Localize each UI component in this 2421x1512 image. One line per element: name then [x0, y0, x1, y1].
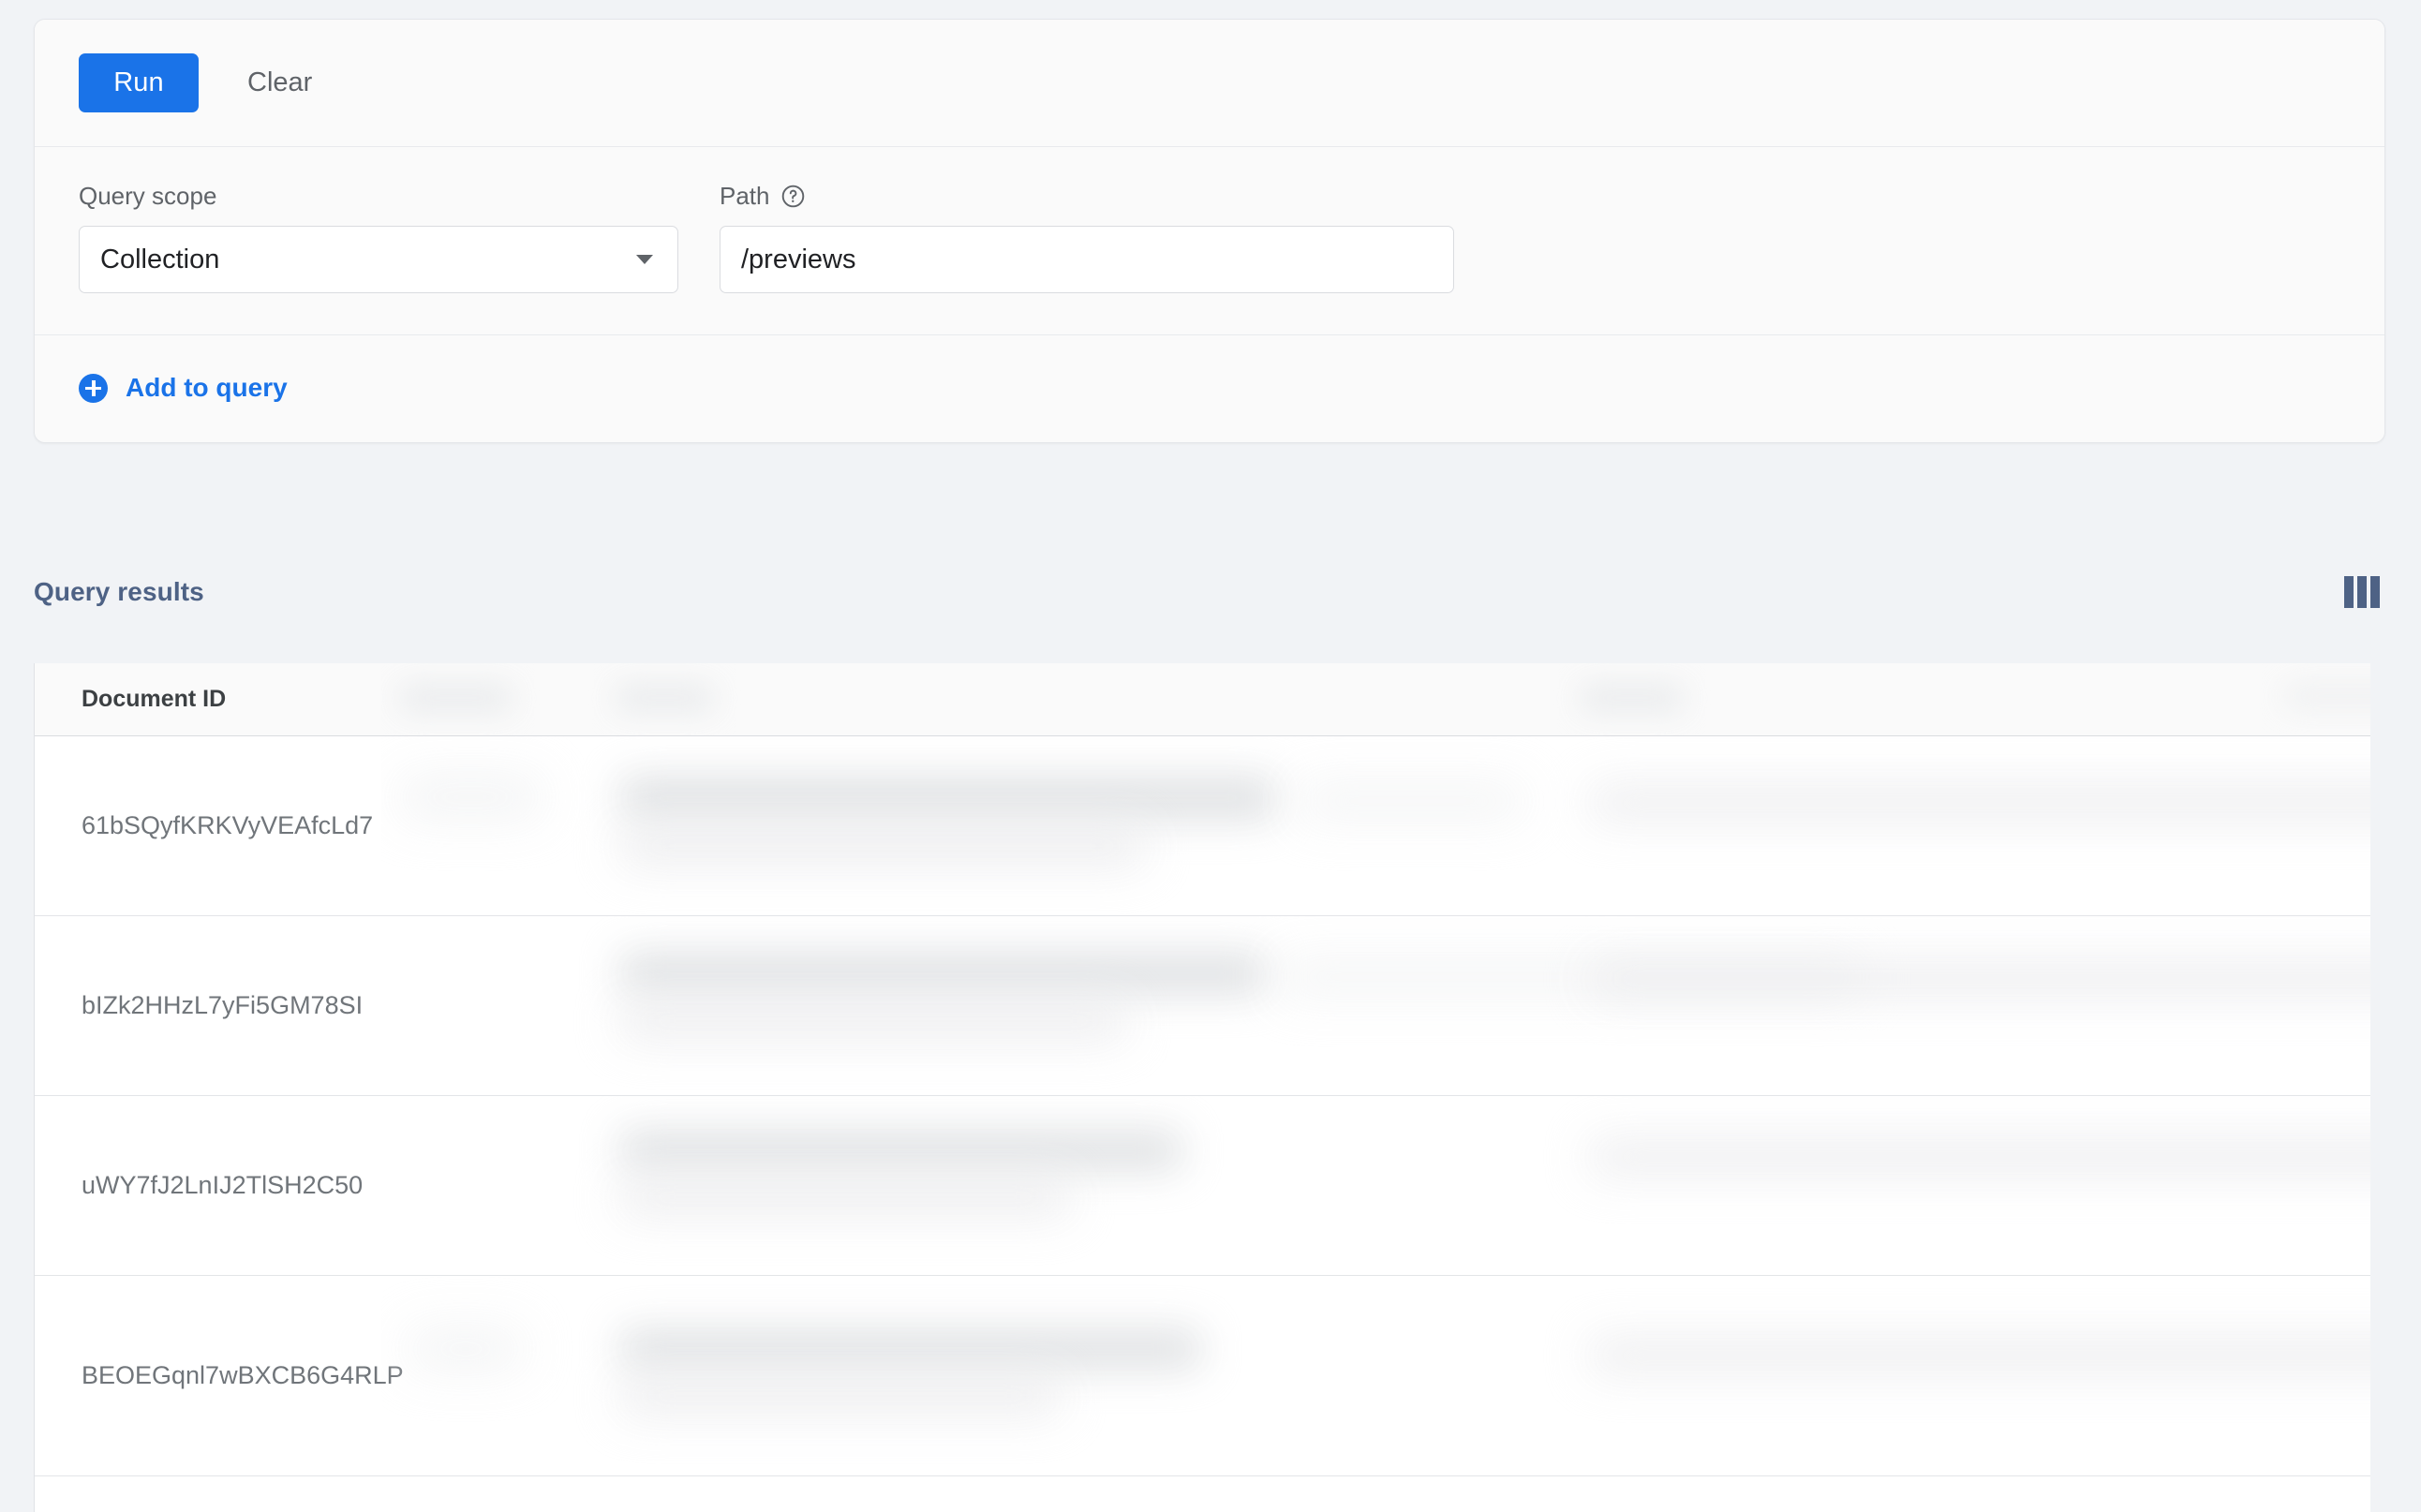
add-to-query-row: Add to query [35, 335, 2384, 442]
columns-icon[interactable] [2339, 571, 2385, 614]
redacted-block [620, 1130, 1182, 1171]
cell-document-id: uWY7fJ2LnIJ2TlSH2C50 [82, 1171, 364, 1199]
query-results-header: Query results [34, 571, 2385, 613]
table-row[interactable]: 61bSQyfKRKVyVEAfcLd7 [35, 736, 2370, 916]
redacted-cells [381, 736, 2370, 915]
add-to-query-label: Add to query [126, 373, 288, 402]
table-row[interactable]: BEOEGqnl7wBXCB6G4RLP [35, 1276, 2370, 1476]
redacted-block [1590, 961, 2370, 997]
redacted-block [1300, 785, 1524, 817]
table-row[interactable] [35, 1476, 2370, 1512]
redacted-header-1 [400, 684, 512, 712]
path-label-row: Path [720, 181, 1454, 211]
plus-circle-icon [79, 373, 108, 403]
redacted-block [620, 952, 1267, 995]
table-header-row: Document ID [35, 663, 2370, 736]
query-builder-card: Run Clear Query scope Collection Path /p… [34, 19, 2385, 443]
path-input-value: /previews [741, 244, 856, 274]
query-toolbar: Run Clear [35, 20, 2384, 147]
query-scope-field-group: Query scope Collection [79, 181, 678, 293]
redacted-block [620, 1328, 1201, 1370]
help-circle-icon[interactable] [780, 184, 806, 209]
redacted-cells [381, 1096, 2370, 1275]
redacted-block [1590, 1139, 2370, 1175]
columns-icon-bar-2 [2357, 576, 2367, 608]
columns-icon-bar-1 [2344, 576, 2354, 608]
add-to-query-button[interactable]: Add to query [79, 373, 288, 403]
redacted-header-3 [1581, 684, 1684, 712]
redacted-block [620, 776, 1276, 821]
redacted-block [620, 826, 1145, 866]
query-results-title: Query results [34, 577, 204, 606]
run-button[interactable]: Run [79, 53, 199, 112]
columns-icon-bar-3 [2370, 576, 2380, 608]
redacted-block [620, 1002, 1126, 1040]
redacted-header-4 [2283, 684, 2370, 708]
redacted-block [620, 1377, 1061, 1415]
redacted-cells [381, 1476, 2370, 1512]
query-scope-label: Query scope [79, 182, 217, 210]
column-header-redacted-group [381, 663, 2370, 735]
column-header-document-id[interactable]: Document ID [35, 686, 381, 713]
cell-document-id: bIZk2HHzL7yFi5GM78SI [82, 991, 364, 1019]
redacted-cells [381, 916, 2370, 1095]
table-row[interactable]: bIZk2HHzL7yFi5GM78SI [35, 916, 2370, 1096]
path-input[interactable]: /previews [720, 226, 1454, 293]
cell-document-id: 61bSQyfKRKVyVEAfcLd7 [82, 811, 374, 839]
redacted-cells [381, 1276, 2370, 1475]
query-scope-value: Collection [100, 244, 220, 274]
query-scope-select[interactable]: Collection [79, 226, 678, 293]
query-results-table: Document ID 61bSQyfKRKVyVEAfcLd7 bIZk2HH… [34, 663, 2370, 1512]
path-field-group: Path /previews [720, 181, 1454, 293]
chevron-down-icon [636, 255, 653, 264]
cell-document-id: BEOEGqnl7wBXCB6G4RLP [82, 1361, 404, 1389]
redacted-block [620, 1178, 1070, 1216]
table-row[interactable]: uWY7fJ2LnIJ2TlSH2C50 [35, 1096, 2370, 1276]
redacted-block [1590, 785, 2370, 821]
path-label: Path [720, 182, 770, 210]
app-root: Run Clear Query scope Collection Path /p… [0, 0, 2421, 1512]
clear-button[interactable]: Clear [223, 53, 336, 112]
redacted-block [400, 778, 541, 817]
redacted-header-2 [616, 684, 714, 712]
query-fields-row: Query scope Collection Path /previews [35, 147, 2384, 335]
redacted-block [409, 1330, 522, 1368]
redacted-block [1590, 1338, 2370, 1373]
